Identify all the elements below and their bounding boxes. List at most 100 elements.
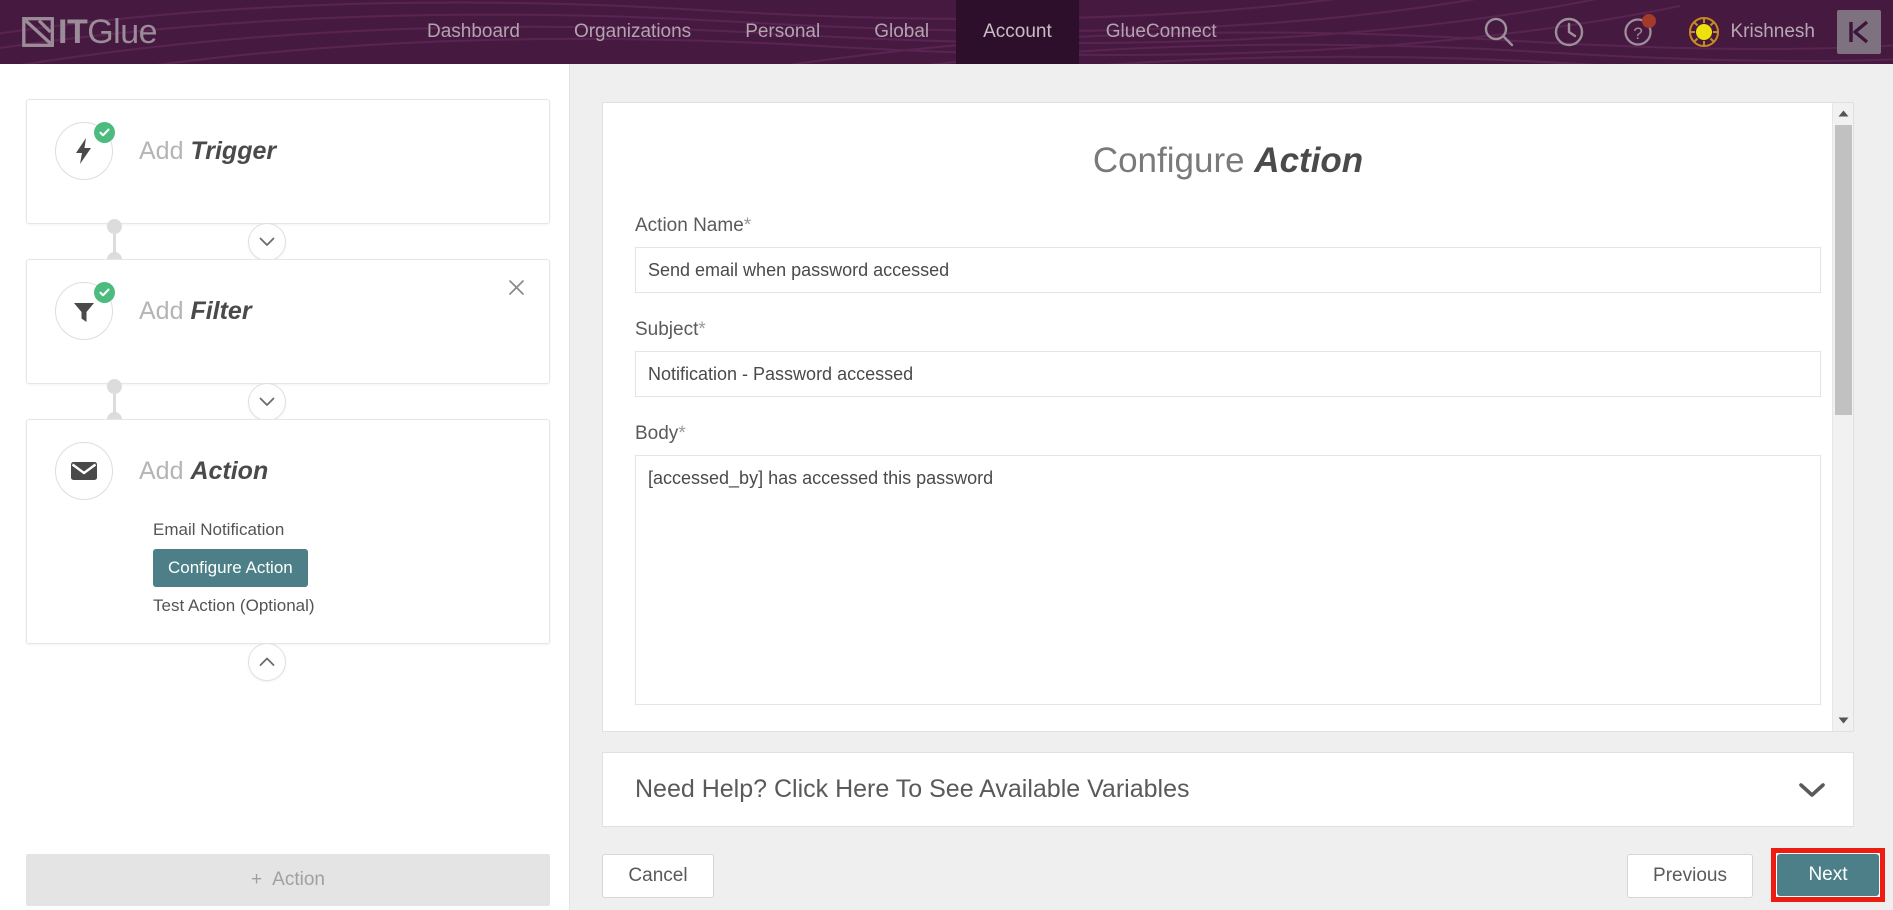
user-menu[interactable]: Krishnesh bbox=[1674, 16, 1822, 48]
close-icon bbox=[508, 279, 524, 295]
workflow-step-trigger[interactable]: Add Trigger bbox=[26, 99, 550, 224]
action-name-label: Action Name* bbox=[635, 215, 1821, 237]
help-button[interactable]: ? bbox=[1604, 0, 1674, 64]
username-label: Krishnesh bbox=[1730, 21, 1816, 42]
subject-input[interactable] bbox=[635, 351, 1821, 397]
page-body: Add Trigger Add Filter Add Action Email … bbox=[0, 64, 1893, 910]
svg-text:?: ? bbox=[1633, 24, 1642, 43]
configure-action-panel: Configure Action Action Name* Subject* B… bbox=[602, 102, 1854, 732]
logo-text-it: IT bbox=[58, 13, 88, 51]
body-label: Body* bbox=[635, 423, 1821, 445]
subject-label: Subject* bbox=[635, 319, 1821, 341]
body-textarea[interactable] bbox=[635, 455, 1821, 705]
scroll-up-button[interactable] bbox=[1833, 103, 1854, 124]
collapse-toggle-filter[interactable] bbox=[248, 383, 286, 421]
action-name-required-mark: * bbox=[743, 215, 752, 236]
funnel-icon bbox=[74, 303, 94, 322]
scroll-down-button[interactable] bbox=[1833, 710, 1854, 731]
substep-test-action[interactable]: Test Action (Optional) bbox=[153, 590, 549, 622]
page-title: Configure Action bbox=[603, 103, 1853, 189]
cancel-button[interactable]: Cancel bbox=[602, 854, 714, 898]
action-step-icon bbox=[55, 442, 113, 500]
logo-text-glue: Glue bbox=[87, 13, 158, 51]
kaseya-k-icon bbox=[1849, 20, 1869, 44]
wizard-footer: Cancel Previous Next bbox=[570, 844, 1893, 910]
avatar bbox=[1688, 17, 1719, 47]
step-header-trigger: Add Trigger bbox=[27, 100, 549, 180]
field-action-name: Action Name* bbox=[603, 215, 1853, 293]
field-subject: Subject* bbox=[603, 319, 1853, 397]
filter-step-icon bbox=[55, 282, 115, 340]
add-action-button[interactable]: + Action bbox=[26, 854, 550, 906]
filter-title-name: Filter bbox=[190, 296, 252, 325]
triangle-up-icon bbox=[1838, 110, 1849, 117]
itglue-logo-mark bbox=[22, 17, 54, 47]
nav-item-glueconnect[interactable]: GlueConnect bbox=[1079, 0, 1244, 64]
action-name-input[interactable] bbox=[635, 247, 1821, 293]
plus-icon: + bbox=[251, 869, 263, 890]
substep-configure-action[interactable]: Configure Action bbox=[153, 549, 308, 587]
action-name-label-text: Action Name bbox=[635, 215, 744, 236]
chevron-up-icon bbox=[259, 657, 275, 666]
notification-dot bbox=[1641, 14, 1656, 28]
history-button[interactable] bbox=[1534, 0, 1604, 64]
filter-step-title: Add Filter bbox=[139, 297, 252, 326]
app-switcher-button[interactable] bbox=[1837, 10, 1881, 54]
chevron-down-icon bbox=[259, 237, 275, 246]
envelope-icon bbox=[71, 462, 97, 480]
nav-item-global[interactable]: Global bbox=[847, 0, 956, 64]
step-connector-dot-top-2 bbox=[107, 379, 122, 394]
substep-email-notification[interactable]: Email Notification bbox=[153, 514, 549, 546]
nav-item-personal[interactable]: Personal bbox=[718, 0, 847, 64]
trigger-title-name: Trigger bbox=[190, 136, 277, 165]
triangle-down-icon bbox=[1838, 717, 1849, 724]
header-actions: ? Krishnesh bbox=[1464, 0, 1893, 64]
workflow-sidebar: Add Trigger Add Filter Add Action Email … bbox=[0, 64, 570, 910]
add-action-label: Action bbox=[272, 869, 325, 890]
main-content: Configure Action Action Name* Subject* B… bbox=[570, 64, 1893, 910]
next-button-highlight: Next bbox=[1771, 848, 1885, 902]
step-header-filter: Add Filter bbox=[27, 260, 549, 340]
next-button[interactable]: Next bbox=[1777, 854, 1879, 896]
trigger-step-icon bbox=[55, 122, 115, 180]
step-connector-dot-top-1 bbox=[107, 219, 122, 234]
help-panel-label: Need Help? Click Here To See Available V… bbox=[635, 775, 1190, 803]
scrollbar-thumb[interactable] bbox=[1835, 125, 1852, 415]
itglue-logo[interactable]: IT Glue bbox=[20, 11, 158, 53]
chevron-down-icon[interactable] bbox=[1797, 781, 1827, 799]
action-step-title: Add Action bbox=[139, 457, 268, 486]
body-label-text: Body bbox=[635, 423, 679, 444]
action-title-name: Action bbox=[190, 456, 269, 485]
clock-icon bbox=[1554, 17, 1583, 47]
check-icon bbox=[99, 128, 110, 137]
nav-item-organizations[interactable]: Organizations bbox=[547, 0, 718, 64]
field-body: Body* bbox=[603, 423, 1853, 710]
trigger-step-title: Add Trigger bbox=[139, 137, 276, 166]
panel-scrollbar[interactable] bbox=[1832, 103, 1853, 731]
search-button[interactable] bbox=[1464, 0, 1534, 64]
action-substep-list: Email Notification Configure Action Test… bbox=[27, 514, 549, 622]
previous-button[interactable]: Previous bbox=[1627, 854, 1753, 898]
app-header: IT Glue Dashboard Organizations Personal… bbox=[0, 0, 1893, 64]
subject-required-mark: * bbox=[698, 319, 706, 340]
nav-item-dashboard[interactable]: Dashboard bbox=[400, 0, 547, 64]
main-navigation: Dashboard Organizations Personal Global … bbox=[400, 0, 1244, 64]
search-icon bbox=[1484, 17, 1513, 47]
check-icon bbox=[99, 288, 110, 297]
collapse-toggle-action[interactable] bbox=[248, 643, 286, 681]
page-title-prefix: Configure bbox=[1092, 141, 1255, 180]
page-title-name: Action bbox=[1254, 141, 1364, 180]
filter-completed-badge bbox=[94, 282, 115, 303]
lightning-bolt-icon bbox=[76, 138, 91, 164]
step-header-action: Add Action bbox=[27, 420, 549, 500]
workflow-step-filter[interactable]: Add Filter bbox=[26, 259, 550, 384]
trigger-title-prefix: Add bbox=[139, 136, 191, 165]
workflow-step-action[interactable]: Add Action Email Notification Configure … bbox=[26, 419, 550, 644]
collapse-toggle-trigger[interactable] bbox=[248, 223, 286, 261]
chevron-down-icon bbox=[259, 397, 275, 406]
available-variables-panel[interactable]: Need Help? Click Here To See Available V… bbox=[602, 752, 1854, 827]
action-title-prefix: Add bbox=[139, 456, 191, 485]
body-required-mark: * bbox=[678, 423, 686, 444]
remove-filter-button[interactable] bbox=[505, 276, 527, 298]
nav-item-account[interactable]: Account bbox=[956, 0, 1079, 64]
